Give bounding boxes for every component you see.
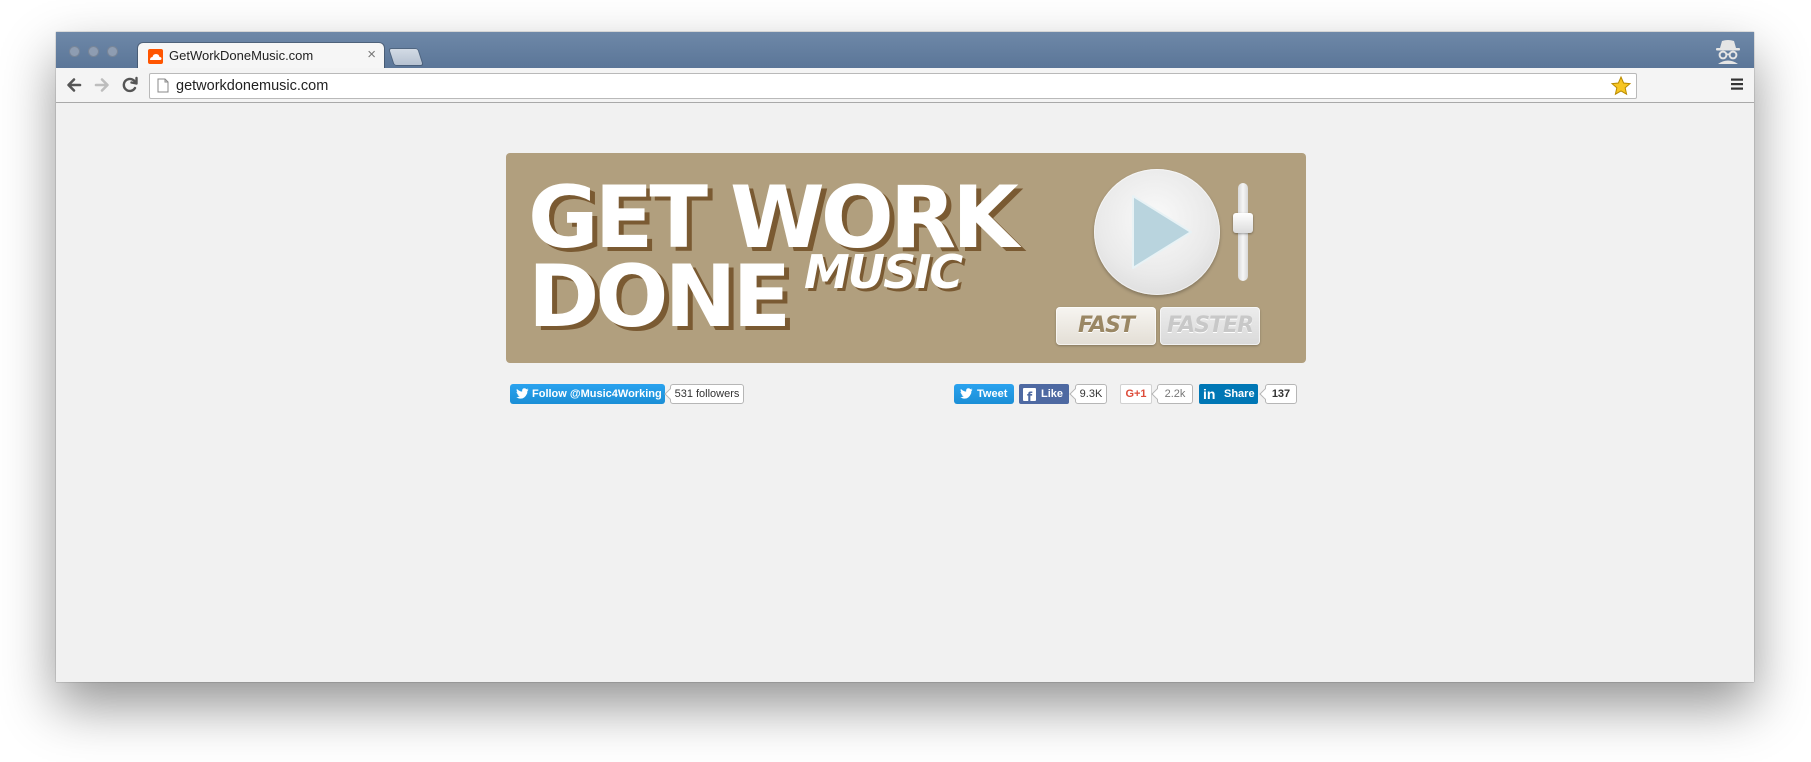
twitter-followers-count: 531 followers — [670, 384, 744, 404]
tweet-button[interactable]: Tweet — [954, 384, 1014, 404]
soundcloud-icon — [148, 49, 163, 64]
reload-icon — [122, 76, 138, 93]
hamburger-menu-icon — [1731, 78, 1743, 90]
menu-button[interactable] — [1730, 77, 1744, 91]
logo-line2: DONE — [528, 247, 787, 347]
twitter-follow-label: Follow @Music4Working — [532, 388, 662, 400]
play-icon — [1132, 195, 1192, 269]
tab-bar: GetWorkDoneMusic.com × — [56, 32, 1754, 69]
close-window-button[interactable] — [69, 46, 80, 57]
back-arrow-icon — [67, 78, 82, 92]
fast-button[interactable]: FAST — [1056, 307, 1156, 345]
facebook-icon: f — [1023, 388, 1036, 404]
minimize-window-button[interactable] — [88, 46, 99, 57]
player-banner: GET WORK GET WORK DONE DONE MUSIC MUSIC … — [506, 153, 1306, 363]
page-icon — [157, 78, 169, 93]
incognito-icon — [1712, 38, 1744, 64]
address-bar[interactable]: getworkdonemusic.com — [149, 73, 1637, 99]
linkedin-share-count: 137 — [1265, 384, 1297, 404]
linkedin-icon: in — [1203, 386, 1216, 402]
linkedin-share-button[interactable]: in Share — [1199, 384, 1258, 404]
tweet-label: Tweet — [977, 388, 1008, 400]
zoom-window-button[interactable] — [107, 46, 118, 57]
back-button[interactable] — [62, 73, 86, 97]
tab-close-icon[interactable]: × — [367, 46, 376, 63]
twitter-bird-icon — [516, 388, 529, 399]
url-text: getworkdonemusic.com — [176, 78, 329, 94]
browser-window: GetWorkDoneMusic.com × getworkdonemusic.… — [56, 32, 1754, 682]
site-logo: GET WORK GET WORK DONE DONE MUSIC MUSIC — [528, 168, 1028, 351]
new-tab-button[interactable] — [389, 49, 423, 65]
facebook-like-button[interactable]: f Like — [1019, 384, 1069, 404]
tab-active[interactable]: GetWorkDoneMusic.com × — [138, 43, 384, 69]
page-viewport: GET WORK GET WORK DONE DONE MUSIC MUSIC … — [56, 103, 1754, 682]
linkedin-share-label: Share — [1224, 388, 1255, 400]
twitter-bird-icon — [960, 388, 973, 399]
play-button[interactable] — [1094, 169, 1220, 295]
google-plus-button[interactable]: G+1 — [1120, 384, 1152, 404]
reload-button[interactable] — [118, 73, 142, 97]
volume-slider-handle[interactable] — [1233, 213, 1253, 233]
bookmark-star-icon[interactable] — [1610, 75, 1632, 97]
facebook-like-count: 9.3K — [1075, 384, 1107, 404]
browser-toolbar: getworkdonemusic.com — [56, 68, 1754, 103]
tab-title: GetWorkDoneMusic.com — [169, 48, 314, 63]
faster-button[interactable]: FASTER — [1160, 307, 1260, 345]
forward-button[interactable] — [90, 73, 114, 97]
facebook-like-label: Like — [1041, 388, 1064, 400]
logo-music: MUSIC — [804, 245, 963, 299]
forward-arrow-icon — [94, 78, 109, 92]
twitter-follow-button[interactable]: Follow @Music4Working — [510, 384, 665, 404]
google-plus-count: 2.2k — [1157, 384, 1193, 404]
